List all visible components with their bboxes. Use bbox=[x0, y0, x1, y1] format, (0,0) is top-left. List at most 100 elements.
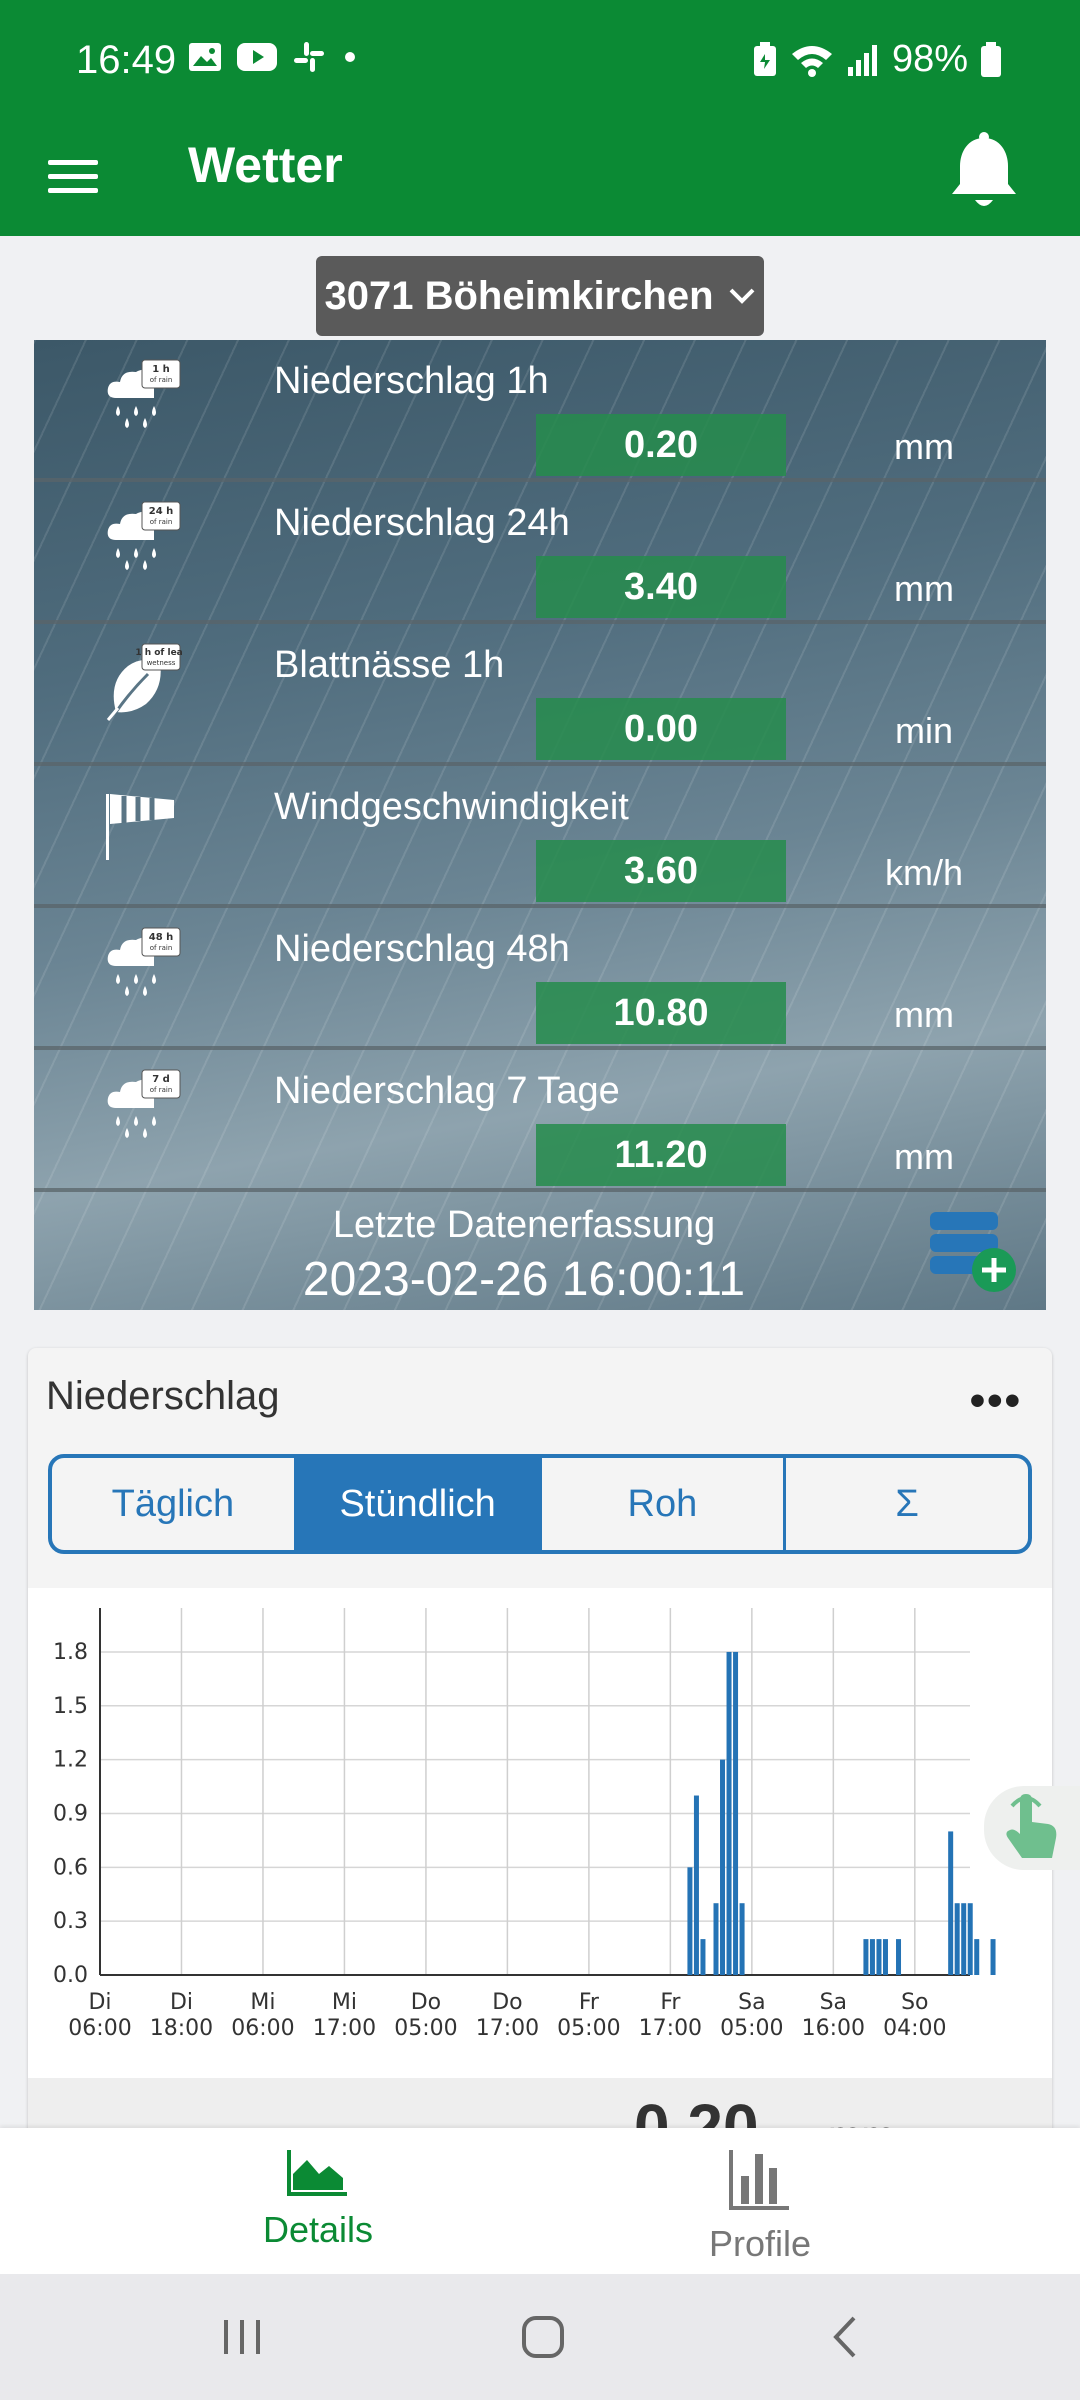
precip-bar bbox=[896, 1939, 902, 1975]
nav-profile-label: Profile bbox=[708, 2223, 812, 2264]
dot-icon bbox=[345, 52, 355, 62]
reading-label: Niederschlag 24h bbox=[274, 502, 570, 544]
x-tick-label: Di bbox=[88, 1990, 111, 2015]
battery-percent: 98% bbox=[891, 38, 968, 80]
x-tick-label: Mi bbox=[250, 1990, 275, 2015]
reading-row: Windgeschwindigkeit 3.60 km/h bbox=[34, 766, 1046, 908]
rain-24h-icon: 24 h of rain bbox=[107, 501, 181, 570]
youtube-icon bbox=[237, 43, 277, 71]
reading-unit: mm bbox=[894, 994, 954, 1035]
touch-gesture-button[interactable] bbox=[984, 1786, 1080, 1870]
tab-raw[interactable]: Roh bbox=[542, 1458, 787, 1550]
rain-1h-icon: 1 h of rain bbox=[107, 359, 181, 428]
y-tick-label: 0.6 bbox=[53, 1855, 88, 1880]
last-capture-timestamp: 2023-02-26 16:00:11 bbox=[302, 1253, 746, 1306]
x-tick-label: Di bbox=[170, 1990, 193, 2015]
reading-unit: mm bbox=[894, 426, 954, 467]
database-add-icon[interactable] bbox=[930, 1208, 1020, 1298]
x-tick-label: 05:00 bbox=[720, 2016, 783, 2041]
precipitation-chart[interactable]: 0.00.30.60.91.21.51.8Di06:00Di18:00Mi06:… bbox=[28, 1588, 1052, 2098]
x-tick-label: 17:00 bbox=[639, 2016, 702, 2041]
tab-sum[interactable]: Σ bbox=[786, 1458, 1028, 1550]
status-bar: 16:49 98% bbox=[0, 0, 1080, 120]
rain-7d-icon: 7 d of rain bbox=[107, 1069, 181, 1138]
battery-saver-icon bbox=[753, 41, 776, 76]
hamburger-menu-icon[interactable] bbox=[48, 146, 108, 206]
svg-text:of rain: of rain bbox=[150, 376, 173, 384]
interval-tabs: Täglich Stündlich Roh Σ bbox=[48, 1454, 1032, 1554]
svg-text:48 h: 48 h bbox=[149, 932, 174, 943]
reading-row: 48 h of rain Niederschlag 48h 10.80 mm bbox=[34, 908, 1046, 1050]
x-tick-label: So bbox=[901, 1990, 928, 2015]
tab-hourly[interactable]: Stündlich bbox=[296, 1458, 542, 1550]
more-options-icon[interactable]: ••• bbox=[970, 1376, 1022, 1426]
x-tick-label: Do bbox=[492, 1990, 522, 2015]
nav-profile[interactable]: Profile bbox=[660, 2146, 860, 2265]
bottom-navigation: Details Profile bbox=[0, 2128, 1080, 2274]
precip-bar bbox=[967, 1903, 973, 1975]
precip-bar bbox=[876, 1939, 882, 1975]
svg-text:24 h: 24 h bbox=[149, 506, 174, 517]
svg-text:wetness: wetness bbox=[147, 659, 176, 667]
y-tick-label: 0.0 bbox=[53, 1963, 88, 1988]
reading-unit: min bbox=[894, 710, 953, 751]
precip-bar bbox=[733, 1651, 739, 1975]
slack-icon bbox=[294, 42, 324, 72]
x-tick-label: Sa bbox=[738, 1990, 765, 2015]
precip-bar bbox=[720, 1759, 726, 1975]
svg-text:1 h: 1 h bbox=[152, 364, 170, 375]
app-bar: Wetter bbox=[0, 120, 1080, 236]
card-title: Niederschlag bbox=[46, 1374, 280, 1418]
x-tick-label: Fr bbox=[579, 1990, 600, 2015]
wifi-icon bbox=[791, 45, 832, 77]
precip-bar bbox=[693, 1795, 699, 1975]
system-icons: 98% bbox=[752, 38, 1002, 81]
x-tick-label: 05:00 bbox=[557, 2016, 620, 2041]
svg-text:of rain: of rain bbox=[150, 1086, 173, 1094]
back-icon[interactable] bbox=[822, 2312, 872, 2362]
y-tick-label: 0.9 bbox=[53, 1801, 88, 1826]
image-icon bbox=[189, 43, 221, 71]
tab-daily[interactable]: Täglich bbox=[52, 1458, 297, 1550]
station-selector[interactable]: 3071 Böheimkirchen bbox=[316, 256, 764, 336]
svg-text:of rain: of rain bbox=[150, 518, 173, 526]
precip-bar bbox=[974, 1939, 980, 1975]
reading-row: 1 h of leaf wetness Blattnässe 1h 0.00 m… bbox=[34, 624, 1046, 766]
nav-details[interactable]: Details bbox=[218, 2146, 418, 2251]
bell-icon[interactable] bbox=[944, 130, 1024, 216]
station-label: 3071 Böheimkirchen bbox=[324, 273, 714, 318]
signal-icon bbox=[847, 44, 877, 76]
y-tick-label: 1.2 bbox=[53, 1748, 88, 1773]
x-tick-label: Fr bbox=[660, 1990, 681, 2015]
precip-bar bbox=[882, 1939, 888, 1975]
precip-bar bbox=[948, 1831, 954, 1975]
windsock-icon bbox=[106, 794, 174, 860]
area-chart-icon bbox=[287, 2150, 347, 2196]
reading-label: Blattnässe 1h bbox=[274, 644, 505, 686]
reading-value: 10.80 bbox=[536, 982, 786, 1044]
x-tick-label: 06:00 bbox=[68, 2016, 131, 2041]
page-title: Wetter bbox=[188, 137, 343, 193]
weather-panel: 1 h of rain Niederschlag 1h 0.20 mm 24 h… bbox=[34, 340, 1046, 1310]
precip-bar bbox=[726, 1651, 732, 1975]
reading-unit: mm bbox=[894, 1136, 954, 1177]
x-tick-label: 16:00 bbox=[802, 2016, 865, 2041]
reading-label: Niederschlag 1h bbox=[274, 360, 549, 402]
nav-details-label: Details bbox=[262, 2209, 374, 2250]
home-icon[interactable] bbox=[518, 2312, 568, 2362]
x-tick-label: 17:00 bbox=[476, 2016, 539, 2041]
y-tick-label: 1.5 bbox=[53, 1694, 88, 1719]
system-navigation-bar bbox=[0, 2274, 1080, 2400]
notification-icons bbox=[188, 40, 360, 74]
reading-value: 0.00 bbox=[536, 698, 786, 760]
precipitation-chart-area: 0.0 0.3 0.6 0.9 1.2 1.5 1.8 Di 06:00 Di 18:00 Mi 06:… bbox=[28, 1588, 1052, 2098]
precip-bar bbox=[713, 1903, 719, 1975]
last-capture: Letzte Datenerfassung 2023-02-26 16:00:1… bbox=[34, 1198, 1046, 1310]
precip-bar bbox=[863, 1939, 869, 1975]
bar-chart-icon bbox=[729, 2150, 789, 2210]
x-tick-label: 18:00 bbox=[150, 2016, 213, 2041]
recent-apps-icon[interactable] bbox=[218, 2312, 268, 2362]
precip-bar bbox=[954, 1903, 960, 1975]
x-tick-label: 05:00 bbox=[394, 2016, 457, 2041]
battery-icon bbox=[981, 41, 1001, 77]
